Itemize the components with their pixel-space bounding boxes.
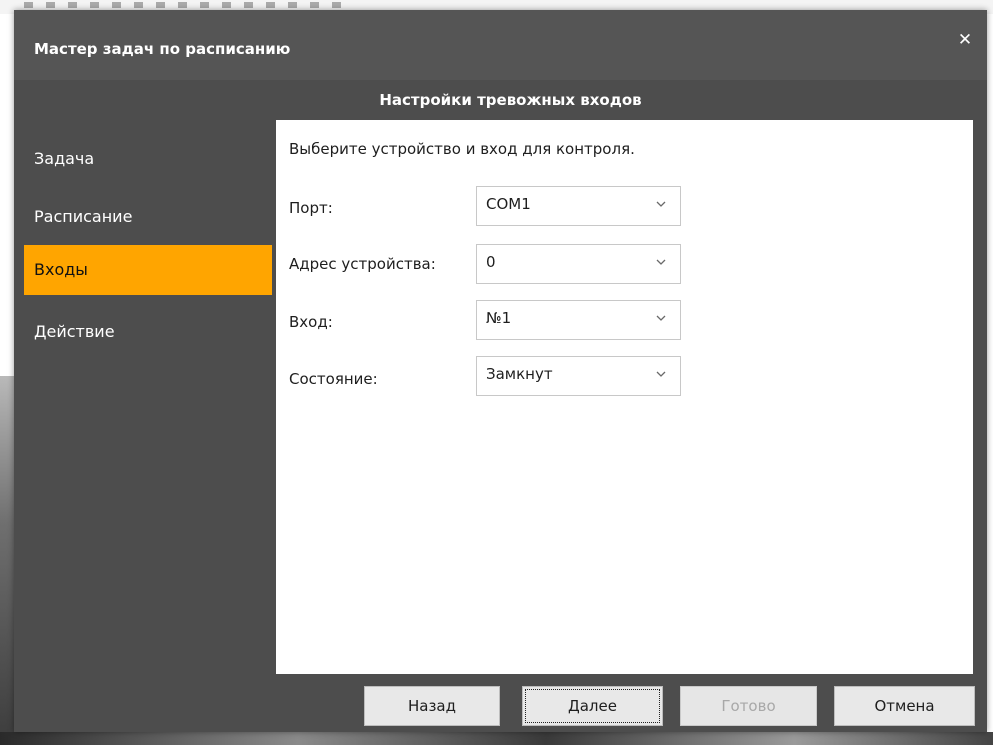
device-address-value: 0 xyxy=(486,253,496,271)
chevron-down-icon xyxy=(656,259,666,265)
cancel-button[interactable]: Отмена xyxy=(834,686,975,726)
device-address-select[interactable]: 0 xyxy=(476,244,681,284)
close-icon[interactable]: ✕ xyxy=(955,30,975,50)
port-label: Порт: xyxy=(289,199,333,217)
section-header: Настройки тревожных входов xyxy=(14,80,987,120)
sidebar-item-inputs[interactable]: Входы xyxy=(24,245,272,295)
input-select[interactable]: №1 xyxy=(476,300,681,340)
background-image-edge xyxy=(0,376,14,745)
wizard-steps-sidebar: Задача Расписание Входы Действие xyxy=(14,120,276,680)
device-address-label: Адрес устройства: xyxy=(289,255,436,273)
port-value: COM1 xyxy=(486,195,531,213)
input-label: Вход: xyxy=(289,313,333,331)
finish-button[interactable]: Готово xyxy=(680,686,817,726)
state-label: Состояние: xyxy=(289,370,378,388)
title-bar: Мастер задач по расписанию ✕ xyxy=(14,10,987,80)
chevron-down-icon xyxy=(656,315,666,321)
content-panel: Выберите устройство и вход для контроля.… xyxy=(276,120,973,674)
background-image-edge-bottom xyxy=(0,732,993,745)
scheduler-wizard-dialog: Мастер задач по расписанию ✕ Настройки т… xyxy=(14,10,987,732)
window-title: Мастер задач по расписанию xyxy=(34,40,291,58)
sidebar-item-task[interactable]: Задача xyxy=(24,134,272,184)
state-select[interactable]: Замкнут xyxy=(476,356,681,396)
sidebar-item-schedule[interactable]: Расписание xyxy=(24,192,272,242)
section-title: Настройки тревожных входов xyxy=(379,91,642,109)
chevron-down-icon xyxy=(656,371,666,377)
state-value: Замкнут xyxy=(486,365,553,383)
instruction-text: Выберите устройство и вход для контроля. xyxy=(289,140,635,158)
back-button[interactable]: Назад xyxy=(364,686,500,726)
port-select[interactable]: COM1 xyxy=(476,186,681,226)
sidebar-item-action[interactable]: Действие xyxy=(24,307,272,357)
next-button[interactable]: Далее xyxy=(522,686,663,726)
input-value: №1 xyxy=(486,309,512,327)
background-decoration xyxy=(24,2,354,8)
chevron-down-icon xyxy=(656,201,666,207)
